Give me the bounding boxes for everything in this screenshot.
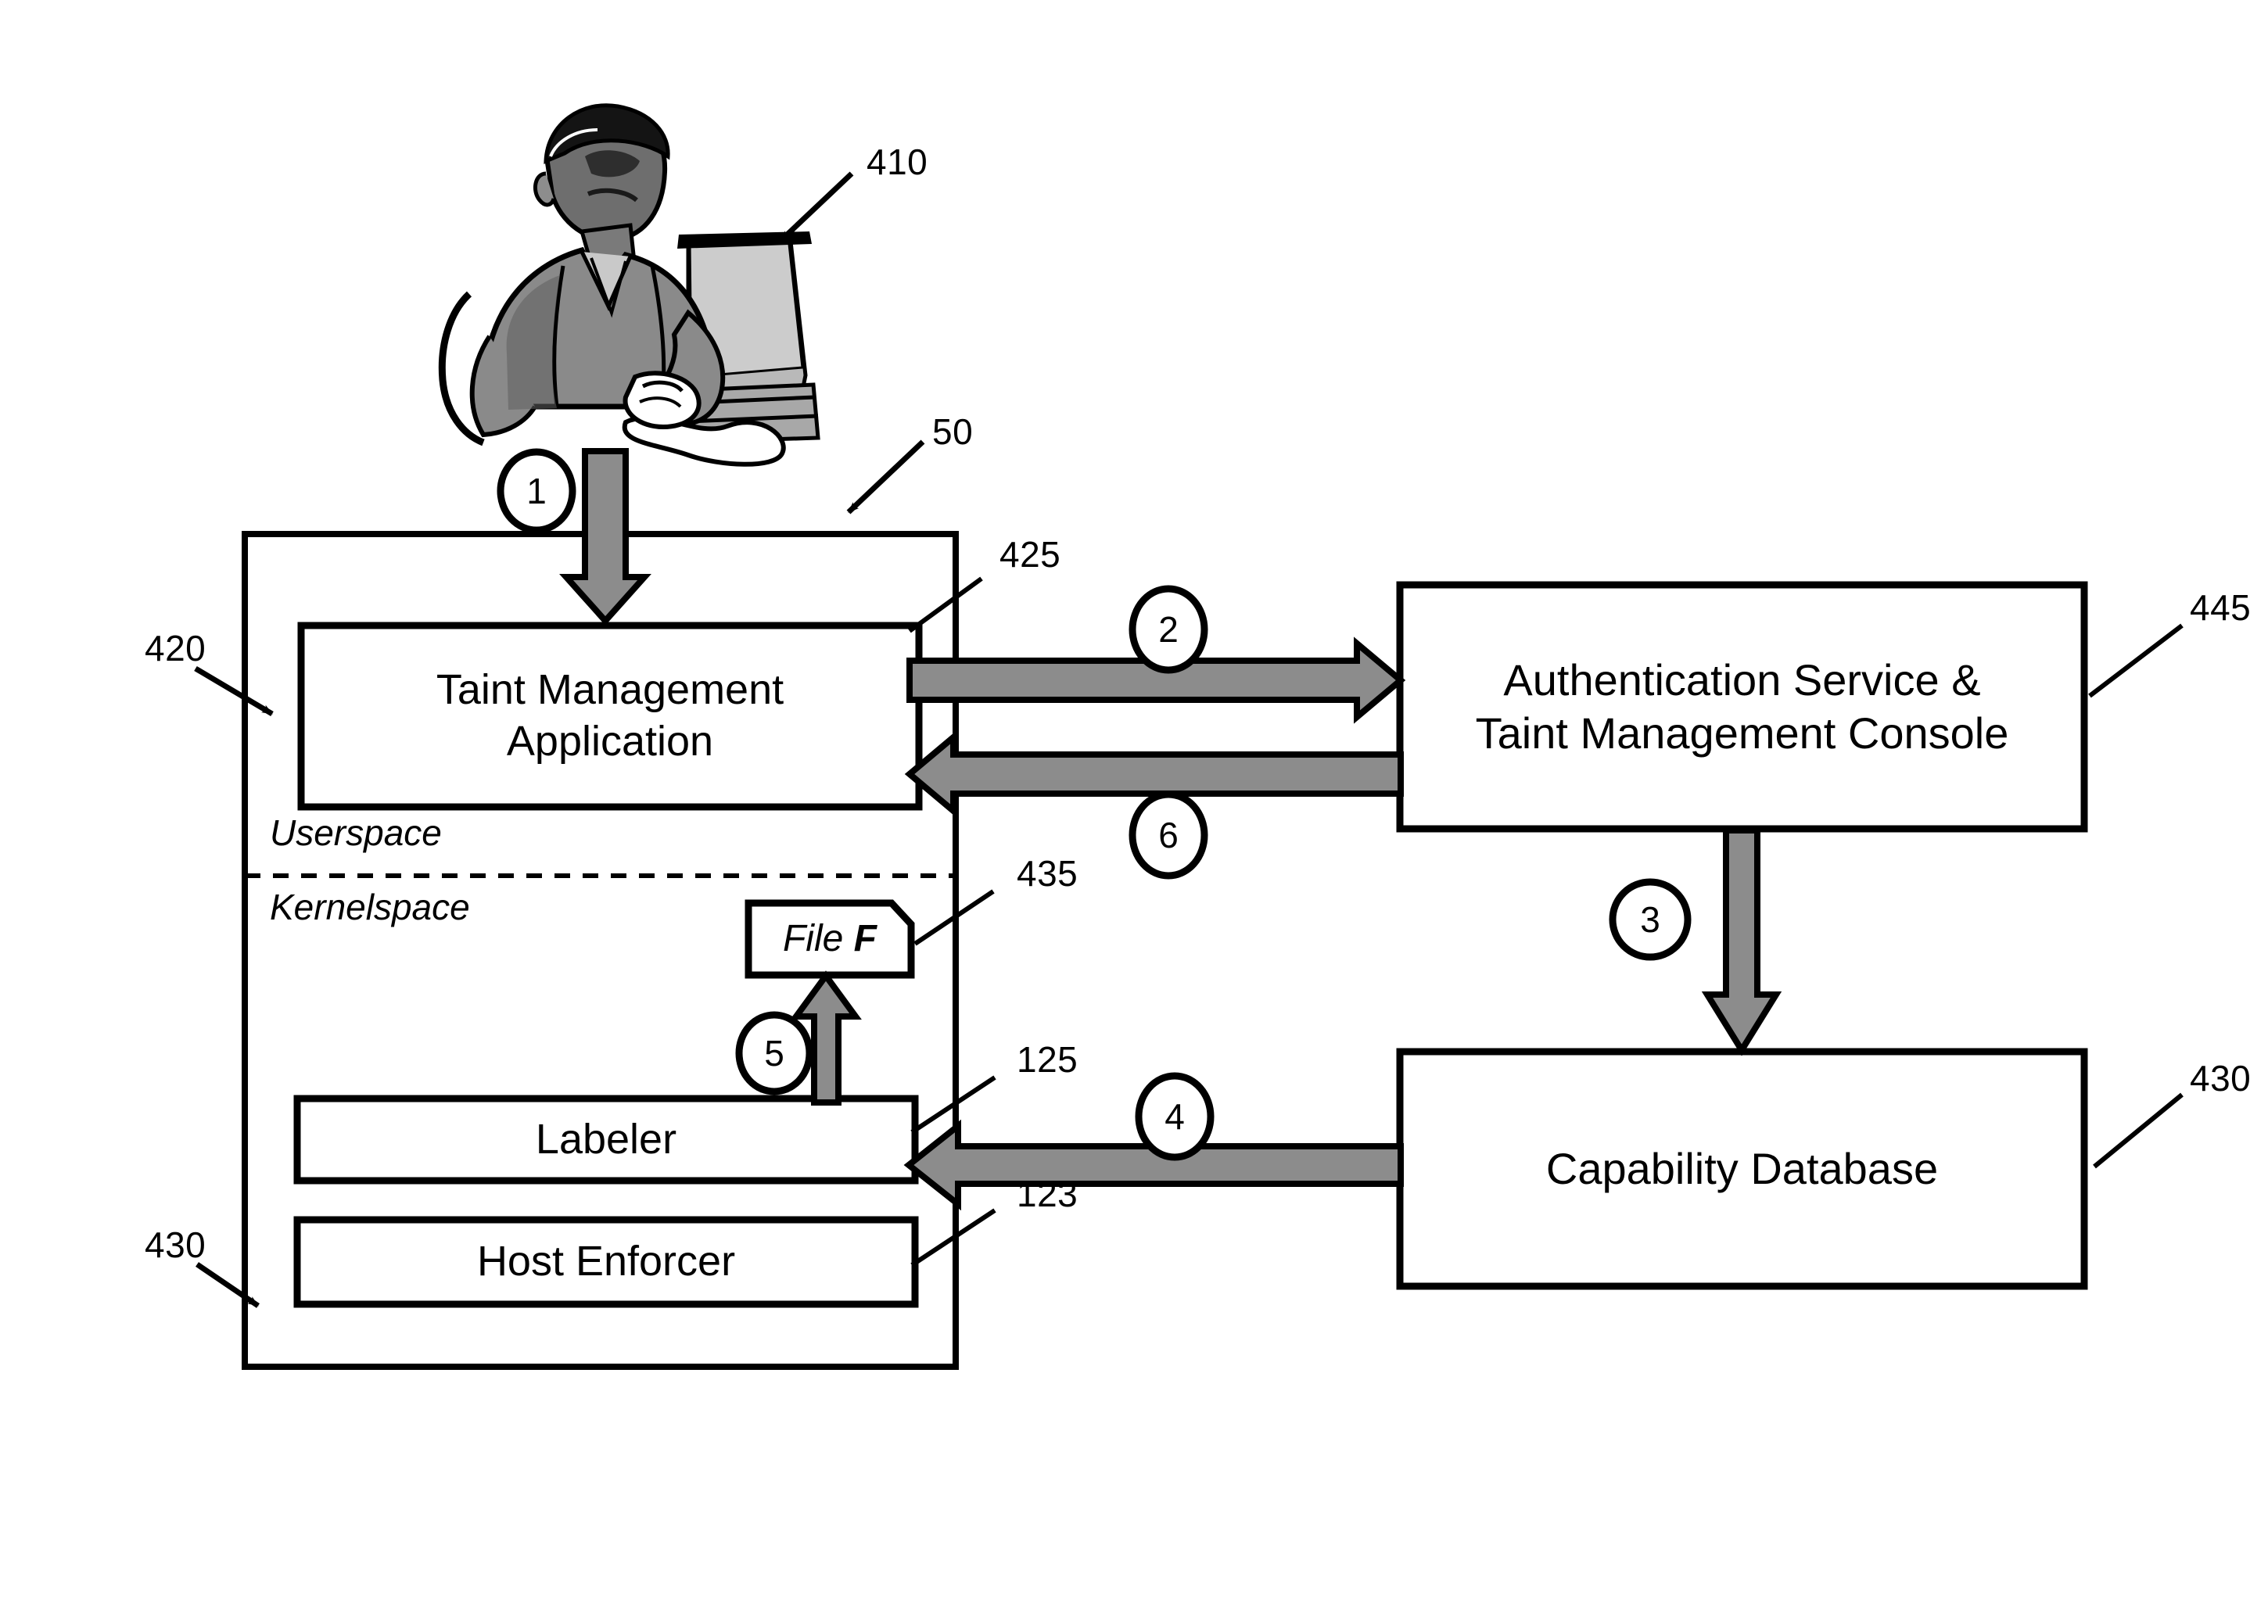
labeler-label: Labeler [535,1115,677,1163]
authentication-service-label: Authentication Service & Taint Managemen… [1400,585,2084,829]
leader-430-left [196,1262,260,1308]
figure-canvas: 410 50 425 420 430 435 125 123 445 430 1… [0,0,2268,1624]
userspace-label: Userspace [270,812,442,853]
ref-number-125: 125 [1017,1039,1078,1080]
ref-number-123: 123 [1017,1174,1078,1214]
capability-database-label: Capability Database [1545,1143,1939,1193]
kernelspace-label: Kernelspace [270,887,470,927]
step-number-6: 6 [1158,815,1179,855]
app-label-line1: Taint Management [436,666,784,714]
host-enforcer-label: Host Enforcer [476,1238,736,1285]
file-label-name: F [853,917,877,959]
ref-number-435: 435 [1017,853,1078,894]
step-number-3: 3 [1640,899,1660,940]
leader-410 [778,171,854,243]
ref-number-420: 420 [145,628,206,669]
step-number-2: 2 [1158,609,1179,650]
ref-number-445: 445 [2190,587,2252,628]
leader-430-right [2093,1092,2184,1169]
file-f-label: File F [748,903,911,975]
leader-445 [2088,623,2184,698]
auth-label-line1: Authentication Service & [1503,654,1981,704]
step-number-1: 1 [526,471,547,511]
leader-420 [194,665,274,717]
ref-number-50: 50 [932,411,974,452]
auth-label-line2: Taint Management Console [1475,708,2009,758]
leader-425 [908,576,983,633]
ref-number-430-left: 430 [145,1224,206,1265]
file-label-prefix: File [782,917,854,959]
user-at-computer-illustration [438,103,820,467]
ref-number-430-right: 430 [2190,1058,2252,1099]
ref-number-425: 425 [999,534,1061,575]
app-label-line2: Application [506,718,714,765]
ref-number-410: 410 [867,142,928,182]
step-number-4: 4 [1165,1096,1185,1137]
flow-arrow-3 [1701,827,1782,1056]
taint-management-application-label: Taint Management Application [301,626,919,807]
step-number-5: 5 [764,1033,784,1074]
leader-50 [846,439,925,514]
